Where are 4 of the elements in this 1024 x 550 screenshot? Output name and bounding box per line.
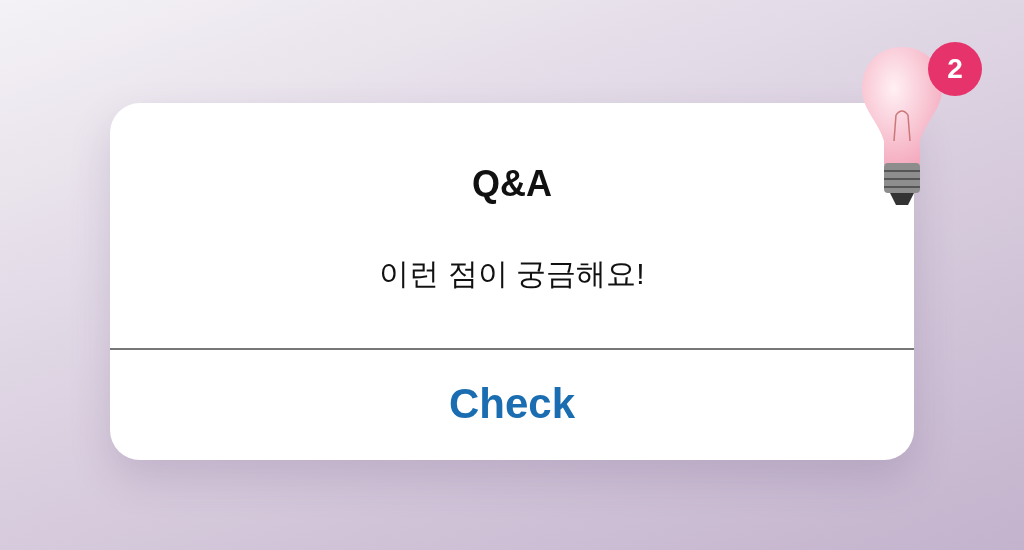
notification-badge: 2 [928, 42, 982, 96]
check-button[interactable]: Check [438, 372, 586, 435]
dialog-title: Q&A [472, 162, 552, 206]
dialog-message: 이런 점이 궁금해요! [379, 256, 645, 292]
